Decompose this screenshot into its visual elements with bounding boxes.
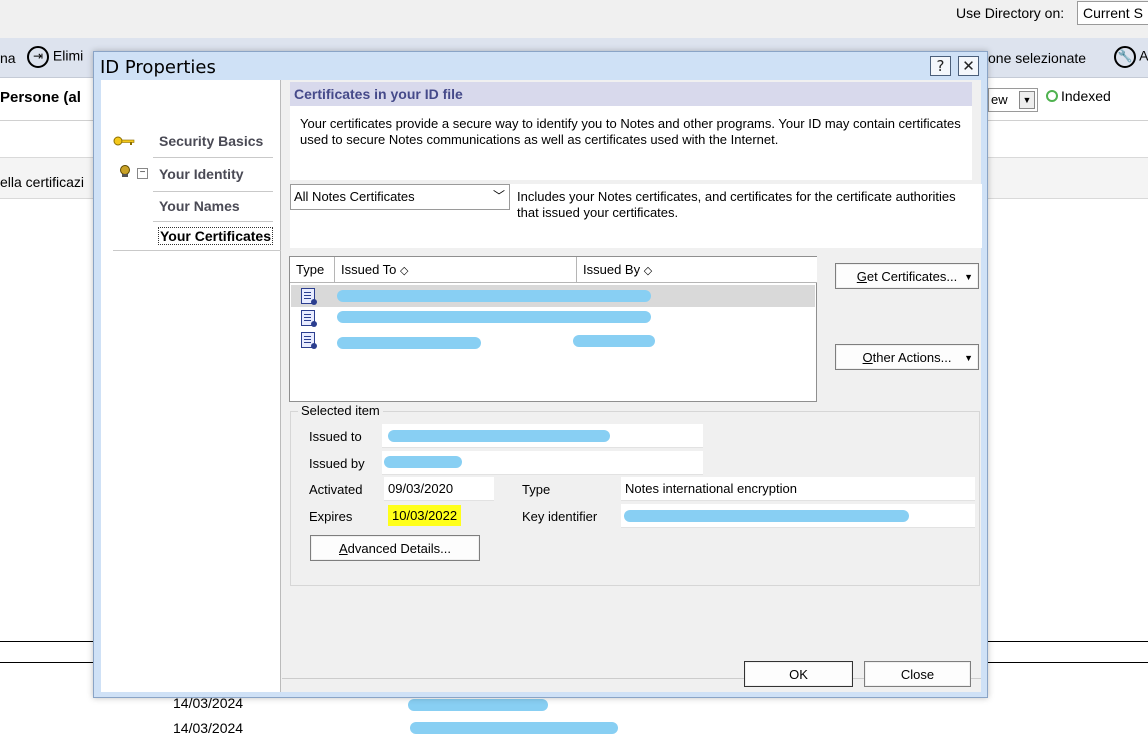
redaction-mark bbox=[388, 430, 610, 442]
background-row-date: 14/03/2024 bbox=[173, 720, 244, 736]
chevron-down-icon[interactable]: ▼ bbox=[1019, 91, 1035, 109]
wrench-icon: 🔧 bbox=[1114, 46, 1136, 68]
redaction-mark bbox=[410, 722, 618, 734]
nav-your-names[interactable]: Your Names bbox=[159, 198, 240, 214]
view-select[interactable]: ew ▼ bbox=[988, 88, 1038, 112]
view-title: Persone (al bbox=[0, 89, 81, 106]
indexed-status-icon bbox=[1046, 90, 1058, 102]
type-value: Notes international encryption bbox=[621, 477, 975, 501]
dialog-title: ID Properties bbox=[100, 57, 216, 78]
table-row[interactable] bbox=[291, 307, 815, 329]
toolbar-delete-button[interactable]: ⇥ Elimi bbox=[27, 46, 83, 68]
issued-by-value bbox=[382, 451, 703, 475]
key-identifier-value bbox=[621, 504, 975, 528]
nav-divider bbox=[153, 221, 273, 222]
column-header-issued-by[interactable]: Issued By ◇ bbox=[577, 257, 817, 283]
sort-icon: ◇ bbox=[643, 265, 653, 277]
issued-to-label: Issued to bbox=[309, 429, 362, 444]
toolbar-item-selected[interactable]: one selezionate bbox=[988, 50, 1086, 66]
certificate-icon bbox=[301, 288, 317, 305]
issued-to-value bbox=[382, 424, 703, 448]
certificate-filter-select[interactable]: All Notes Certificates ﹀ bbox=[290, 184, 510, 210]
expires-label: Expires bbox=[309, 509, 353, 524]
certificate-icon bbox=[301, 310, 317, 327]
redaction-mark bbox=[624, 510, 909, 522]
identity-icon bbox=[119, 165, 131, 181]
dropdown-arrow-icon: ▼ bbox=[964, 272, 973, 282]
indexed-label: Indexed bbox=[1061, 88, 1111, 104]
nav-your-identity[interactable]: Your Identity bbox=[159, 166, 244, 182]
selected-item-title: Selected item bbox=[298, 403, 383, 418]
section-header: Certificates in your ID file bbox=[290, 82, 972, 106]
help-button[interactable]: ? bbox=[930, 56, 951, 76]
certificates-panel: Certificates in your ID file Your certif… bbox=[282, 80, 982, 692]
intro-text: Your certificates provide a secure way t… bbox=[290, 106, 972, 180]
nav-divider bbox=[153, 157, 273, 158]
key-identifier-label: Key identifier bbox=[522, 509, 598, 524]
ok-button[interactable]: OK bbox=[744, 661, 853, 687]
type-label: Type bbox=[522, 482, 551, 497]
expires-value: 10/03/2022 bbox=[384, 504, 494, 528]
redaction-mark bbox=[337, 311, 651, 323]
redaction-mark bbox=[573, 335, 655, 347]
view-select-value: ew bbox=[991, 92, 1008, 107]
column-header-label[interactable]: ella certificazi bbox=[0, 174, 84, 190]
column-header-type[interactable]: Type bbox=[290, 257, 335, 283]
key-icon bbox=[113, 134, 135, 149]
redaction-mark bbox=[337, 337, 481, 349]
sort-icon: ◇ bbox=[400, 265, 409, 277]
nav-divider bbox=[113, 250, 281, 251]
column-header-issued-to-label: Issued To bbox=[341, 262, 397, 277]
activated-label: Activated bbox=[309, 482, 363, 497]
redaction-mark bbox=[384, 456, 462, 468]
issued-by-label: Issued by bbox=[309, 456, 365, 471]
advanced-details-button[interactable]: Advanced Details... bbox=[310, 535, 480, 561]
chevron-down-icon: ﹀ bbox=[492, 189, 505, 203]
collapse-icon[interactable]: − bbox=[137, 168, 148, 179]
activated-value: 09/03/2020 bbox=[384, 477, 494, 501]
filter-area: All Notes Certificates ﹀ Includes your N… bbox=[290, 184, 982, 248]
column-header-issued-to[interactable]: Issued To ◇ bbox=[335, 257, 577, 283]
certificate-list[interactable]: Type Issued To ◇ Issued By ◇ bbox=[289, 256, 817, 402]
toolbar-item-1[interactable]: na bbox=[0, 50, 16, 66]
toolbar-delete-label: Elimi bbox=[52, 47, 84, 64]
directory-select[interactable]: Current S bbox=[1077, 1, 1148, 25]
indexed-status: Indexed bbox=[1046, 88, 1111, 104]
filter-description: Includes your Notes certificates, and ce… bbox=[517, 189, 956, 220]
directory-label: Use Directory on: bbox=[956, 5, 1065, 21]
dialog-client-area: Security Basics − Your Identity Your Nam… bbox=[101, 80, 982, 692]
delete-icon: ⇥ bbox=[27, 46, 49, 68]
redaction-mark bbox=[337, 290, 651, 302]
toolbar-tools-button[interactable]: 🔧 A bbox=[1114, 46, 1148, 68]
certificate-icon bbox=[301, 332, 317, 349]
table-row[interactable] bbox=[291, 285, 815, 307]
redaction-mark bbox=[408, 699, 548, 711]
table-row[interactable] bbox=[291, 329, 815, 351]
expires-highlight: 10/03/2022 bbox=[388, 505, 462, 526]
navigation-pane: Security Basics − Your Identity Your Nam… bbox=[101, 80, 281, 692]
toolbar-tools-label: A bbox=[1139, 47, 1148, 64]
close-button[interactable]: Close bbox=[864, 661, 971, 687]
dropdown-arrow-icon: ▼ bbox=[964, 353, 973, 363]
close-icon[interactable]: ✕ bbox=[958, 56, 979, 76]
nav-divider bbox=[153, 191, 273, 192]
certificate-filter-value: All Notes Certificates bbox=[294, 189, 415, 204]
id-properties-dialog: ID Properties ? ✕ Security Basics − Your… bbox=[93, 51, 988, 698]
nav-security-basics[interactable]: Security Basics bbox=[159, 133, 263, 149]
column-header-issued-by-label: Issued By bbox=[583, 262, 641, 277]
other-actions-button[interactable]: Other Actions... ▼ bbox=[835, 344, 979, 370]
get-certificates-button[interactable]: Get Certificates... ▼ bbox=[835, 263, 979, 289]
nav-your-certificates[interactable]: Your Certificates bbox=[158, 227, 273, 245]
